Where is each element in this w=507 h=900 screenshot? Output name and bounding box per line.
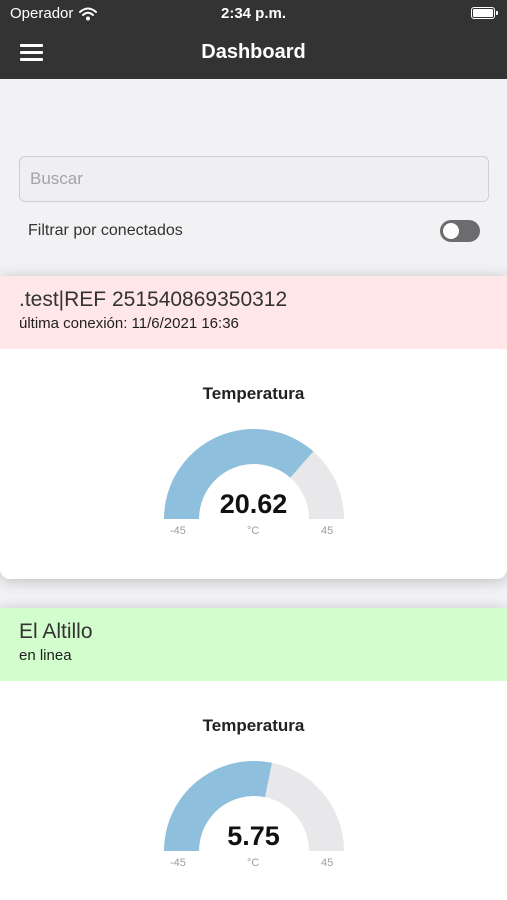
toggle-knob xyxy=(443,223,459,239)
device-status: última conexión: 11/6/2021 16:36 xyxy=(19,315,239,332)
gauge-min-label: -45 xyxy=(170,525,186,537)
page-title: Dashboard xyxy=(201,41,306,63)
device-card[interactable]: .test|REF 251540869350312 última conexió… xyxy=(0,276,507,579)
status-bar: Operador 2:34 p.m. xyxy=(0,0,507,28)
gauge-value: 20.62 xyxy=(219,489,288,519)
gauge-max-label: 45 xyxy=(321,525,334,537)
gauge-unit-label: °C xyxy=(247,857,260,869)
device-name: .test|REF 251540869350312 xyxy=(19,288,288,311)
gauge-title: Temperatura xyxy=(202,716,305,735)
navigation-bar: Dashboard xyxy=(0,28,507,79)
filter-connected-toggle[interactable] xyxy=(440,220,480,242)
device-card-header: El Altillo en linea xyxy=(0,608,507,681)
status-time: 2:34 p.m. xyxy=(220,5,287,22)
device-card[interactable]: El Altillo en linea Temperatura 5.75 -45… xyxy=(0,608,507,900)
gauge-title: Temperatura xyxy=(202,384,305,403)
gauge-value: 5.75 xyxy=(227,821,280,851)
device-card-header: .test|REF 251540869350312 última conexió… xyxy=(0,276,507,349)
filter-connected-label: Filtrar por conectados xyxy=(28,222,183,239)
battery-icon xyxy=(471,7,498,19)
device-name: El Altillo xyxy=(19,620,93,643)
search-input[interactable] xyxy=(19,156,489,202)
gauge-max-label: 45 xyxy=(321,857,334,869)
device-status: en linea xyxy=(19,647,72,664)
gauge-min-label: -45 xyxy=(170,857,186,869)
gauge-unit-label: °C xyxy=(247,525,260,537)
